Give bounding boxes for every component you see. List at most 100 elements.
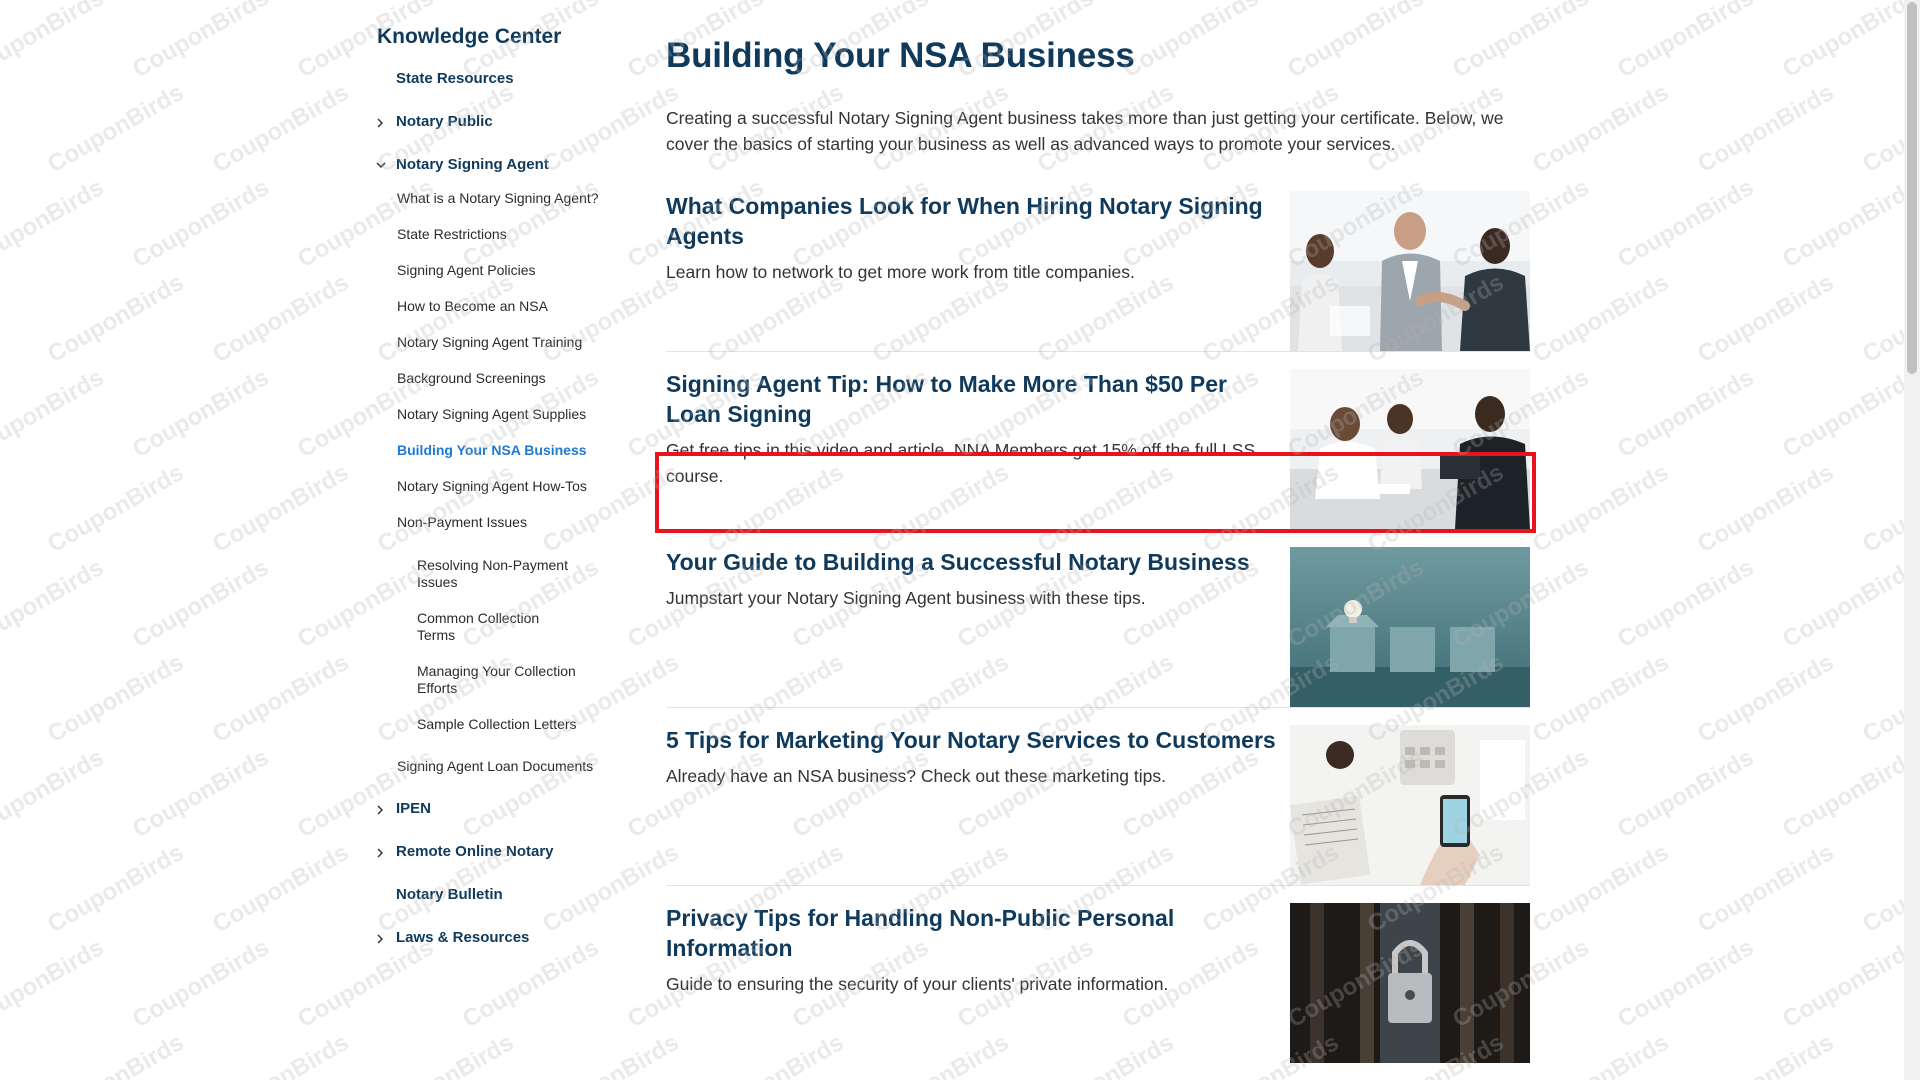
intro-paragraph: Creating a successful Notary Signing Age… [666, 108, 1504, 154]
sidebar-item-label: Notary Bulletin [396, 886, 503, 903]
watermark-text: CouponBirds [1528, 78, 1674, 179]
watermark-text: CouponBirds [0, 173, 109, 274]
article-title-link[interactable]: Signing Agent Tip: How to Make More Than… [666, 369, 1276, 429]
sidebar-item-notary-signing-agent[interactable]: Notary Signing Agent [376, 155, 636, 175]
sidebar-subitem-what-is-nsa[interactable]: What is a Notary Signing Agent? [376, 190, 636, 207]
sidebar-subitem-building-nsa-business[interactable]: Building Your NSA Business [376, 442, 636, 459]
watermark-text: CouponBirds [1778, 933, 1920, 1034]
watermark-text: CouponBirds [0, 933, 109, 1034]
chevron-right-icon[interactable] [376, 118, 384, 128]
watermark-text: CouponBirds [1613, 933, 1759, 1034]
watermark-text: CouponBirds [1693, 648, 1839, 749]
watermark-text: CouponBirds [43, 648, 189, 749]
watermark-text: CouponBirds [1778, 553, 1920, 654]
article-title-link[interactable]: 5 Tips for Marketing Your Notary Service… [666, 725, 1276, 755]
sidebar-item-label: Laws & Resources [396, 929, 530, 946]
sidebar-item-notary-bulletin[interactable]: Notary Bulletin [376, 885, 636, 905]
watermark-text: CouponBirds [1778, 363, 1920, 464]
main-content: Building Your NSA Business Creating a su… [666, 32, 1530, 1080]
sidebar-subitem-non-payment-issues[interactable]: Non-Payment Issues [376, 514, 636, 531]
chevron-down-icon[interactable] [376, 161, 386, 169]
sidebar-item-ipen[interactable]: IPEN [376, 799, 636, 819]
nsa-submenu: What is a Notary Signing Agent? State Re… [376, 190, 636, 775]
chevron-right-icon[interactable] [376, 934, 384, 944]
article-title-link[interactable]: What Companies Look for When Hiring Nota… [666, 191, 1276, 251]
watermark-text: CouponBirds [128, 743, 274, 844]
article-text: Your Guide to Building a Successful Nota… [666, 547, 1276, 611]
article-description: Get free tips in this video and article.… [666, 440, 1256, 486]
sidebar-subitem-nsa-supplies[interactable]: Notary Signing Agent Supplies [376, 406, 636, 423]
watermark-text: CouponBirds [208, 648, 354, 749]
watermark-text: CouponBirds [0, 553, 109, 654]
sidebar-subitem-nsa-training[interactable]: Notary Signing Agent Training [376, 334, 636, 351]
watermark-text: CouponBirds [43, 838, 189, 939]
page-title: Building Your NSA Business [666, 36, 1135, 75]
watermark-text: CouponBirds [208, 78, 354, 179]
vertical-scrollbar[interactable] [1904, 0, 1920, 1080]
watermark-text: CouponBirds [1693, 1028, 1839, 1080]
watermark-text: CouponBirds [43, 458, 189, 559]
sidebar-item-label: Notary Signing Agent [396, 156, 549, 173]
sidebar-subitem-nsa-how-tos[interactable]: Notary Signing Agent How-Tos [376, 478, 636, 495]
watermark-text: CouponBirds [1613, 553, 1759, 654]
article-text: Signing Agent Tip: How to Make More Than… [666, 369, 1276, 489]
watermark-text: CouponBirds [1693, 838, 1839, 939]
article-title-link[interactable]: Your Guide to Building a Successful Nota… [666, 547, 1276, 577]
sidebar-item-laws-resources[interactable]: Laws & Resources [376, 928, 636, 948]
sidebar-item-remote-online-notary[interactable]: Remote Online Notary [376, 842, 636, 862]
watermark-text: CouponBirds [1613, 743, 1759, 844]
watermark-text: CouponBirds [1693, 458, 1839, 559]
article-card[interactable]: Privacy Tips for Handling Non-Public Per… [666, 903, 1530, 1063]
watermark-text: CouponBirds [128, 0, 274, 84]
article-thumbnail-handshake[interactable] [1290, 191, 1530, 351]
article-text: Privacy Tips for Handling Non-Public Per… [666, 903, 1276, 997]
sidebar-subitem-loan-documents[interactable]: Signing Agent Loan Documents [376, 758, 636, 775]
article-thumbnail-padlock[interactable] [1290, 903, 1530, 1063]
article-card[interactable]: What Companies Look for When Hiring Nota… [666, 191, 1530, 352]
sidebar-subitem-resolving-non-payment[interactable]: Resolving Non-Payment Issues [376, 557, 577, 591]
sidebar-item-label: Remote Online Notary [396, 843, 554, 860]
scrollbar-thumb[interactable] [1907, 2, 1917, 374]
watermark-text: CouponBirds [128, 933, 274, 1034]
watermark-text: CouponBirds [43, 268, 189, 369]
sidebar-item-state-resources[interactable]: State Resources [376, 69, 636, 89]
watermark-text: CouponBirds [1613, 0, 1759, 84]
watermark-text: CouponBirds [1778, 173, 1920, 274]
sidebar-subitem-sample-letters[interactable]: Sample Collection Letters [376, 716, 577, 733]
watermark-text: CouponBirds [1693, 78, 1839, 179]
article-thumbnail-lightbulb-boxes[interactable] [1290, 547, 1530, 707]
watermark-text: CouponBirds [1528, 268, 1674, 369]
watermark-text: CouponBirds [1693, 268, 1839, 369]
article-card[interactable]: Signing Agent Tip: How to Make More Than… [666, 369, 1530, 530]
article-card[interactable]: 5 Tips for Marketing Your Notary Service… [666, 725, 1530, 886]
sidebar-subitem-how-to-become-nsa[interactable]: How to Become an NSA [376, 298, 636, 315]
watermark-text: CouponBirds [1778, 0, 1920, 84]
article-description: Jumpstart your Notary Signing Agent busi… [666, 588, 1146, 608]
watermark-text: CouponBirds [128, 363, 274, 464]
watermark-text: CouponBirds [128, 173, 274, 274]
knowledge-center-sidebar: Knowledge Center State Resources Notary … [376, 24, 636, 971]
watermark-text: CouponBirds [208, 268, 354, 369]
article-description: Learn how to network to get more work fr… [666, 262, 1135, 282]
watermark-text: CouponBirds [0, 0, 109, 84]
sidebar-subitem-signing-agent-policies[interactable]: Signing Agent Policies [376, 262, 636, 279]
article-card[interactable]: Your Guide to Building a Successful Nota… [666, 547, 1530, 708]
sidebar-subitem-background-screenings[interactable]: Background Screenings [376, 370, 636, 387]
watermark-text: CouponBirds [538, 1028, 684, 1080]
article-title-link[interactable]: Privacy Tips for Handling Non-Public Per… [666, 903, 1276, 963]
article-text: What Companies Look for When Hiring Nota… [666, 191, 1276, 285]
article-thumbnail-signing-meeting[interactable] [1290, 369, 1530, 529]
watermark-text: CouponBirds [43, 78, 189, 179]
watermark-text: CouponBirds [208, 458, 354, 559]
sidebar-item-notary-public[interactable]: Notary Public [376, 112, 636, 132]
sidebar-subitem-managing-collection[interactable]: Managing Your Collection Efforts [376, 663, 577, 697]
article-thumbnail-desk-phone[interactable] [1290, 725, 1530, 885]
sidebar-subitem-state-restrictions[interactable]: State Restrictions [376, 226, 636, 243]
watermark-text: CouponBirds [1528, 1028, 1674, 1080]
sidebar-subitem-collection-terms[interactable]: Common Collection Terms [376, 610, 577, 644]
watermark-text: CouponBirds [1528, 838, 1674, 939]
chevron-right-icon[interactable] [376, 848, 384, 858]
chevron-right-icon[interactable] [376, 805, 384, 815]
sidebar-title: Knowledge Center [377, 25, 562, 48]
sidebar-item-label: State Resources [396, 70, 514, 87]
